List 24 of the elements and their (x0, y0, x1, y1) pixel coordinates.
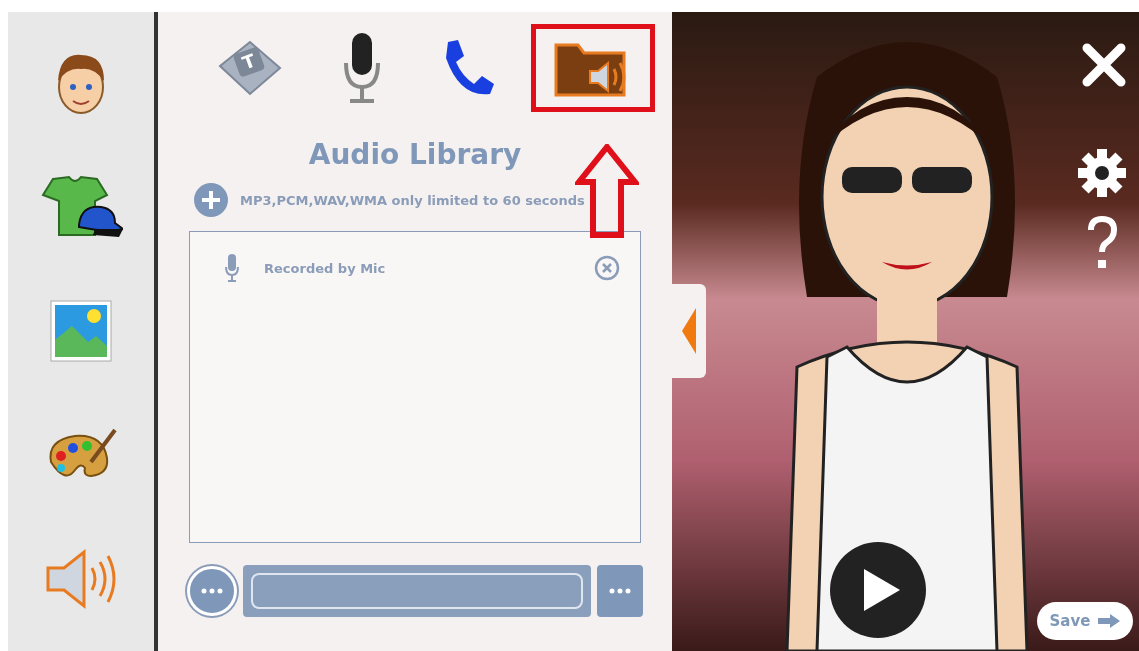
audio-item-label[interactable]: Recorded by Mic (264, 260, 570, 276)
remove-icon[interactable] (594, 255, 620, 281)
close-icon (1081, 42, 1127, 88)
settings-icon[interactable] (1077, 148, 1127, 198)
microphone-icon (342, 31, 382, 105)
tab[interactable]: T (195, 27, 305, 109)
play-icon (862, 567, 902, 613)
file-format-hint: MP3,PCM,WAV,WMA only limited to 60 seconds (240, 192, 585, 208)
right-arrow-icon (1098, 614, 1121, 628)
landscape-picture-icon[interactable] (50, 300, 112, 363)
ellipsis-icon (609, 588, 631, 594)
close-button[interactable] (1081, 42, 1127, 88)
left-triangle-icon (682, 308, 696, 354)
ellipsis-icon (201, 588, 223, 594)
help-icon[interactable] (1087, 216, 1117, 270)
panel-title: Audio Library (308, 138, 522, 171)
microphone-icon (224, 254, 240, 282)
tab[interactable] (531, 24, 655, 112)
audio-track-bar[interactable] (243, 565, 591, 617)
more-button[interactable] (187, 566, 237, 616)
add-icon[interactable] (194, 183, 228, 217)
key-letter: T (239, 49, 259, 74)
save-button[interactable]: Save (1037, 602, 1133, 640)
more-button[interactable] (597, 565, 643, 617)
